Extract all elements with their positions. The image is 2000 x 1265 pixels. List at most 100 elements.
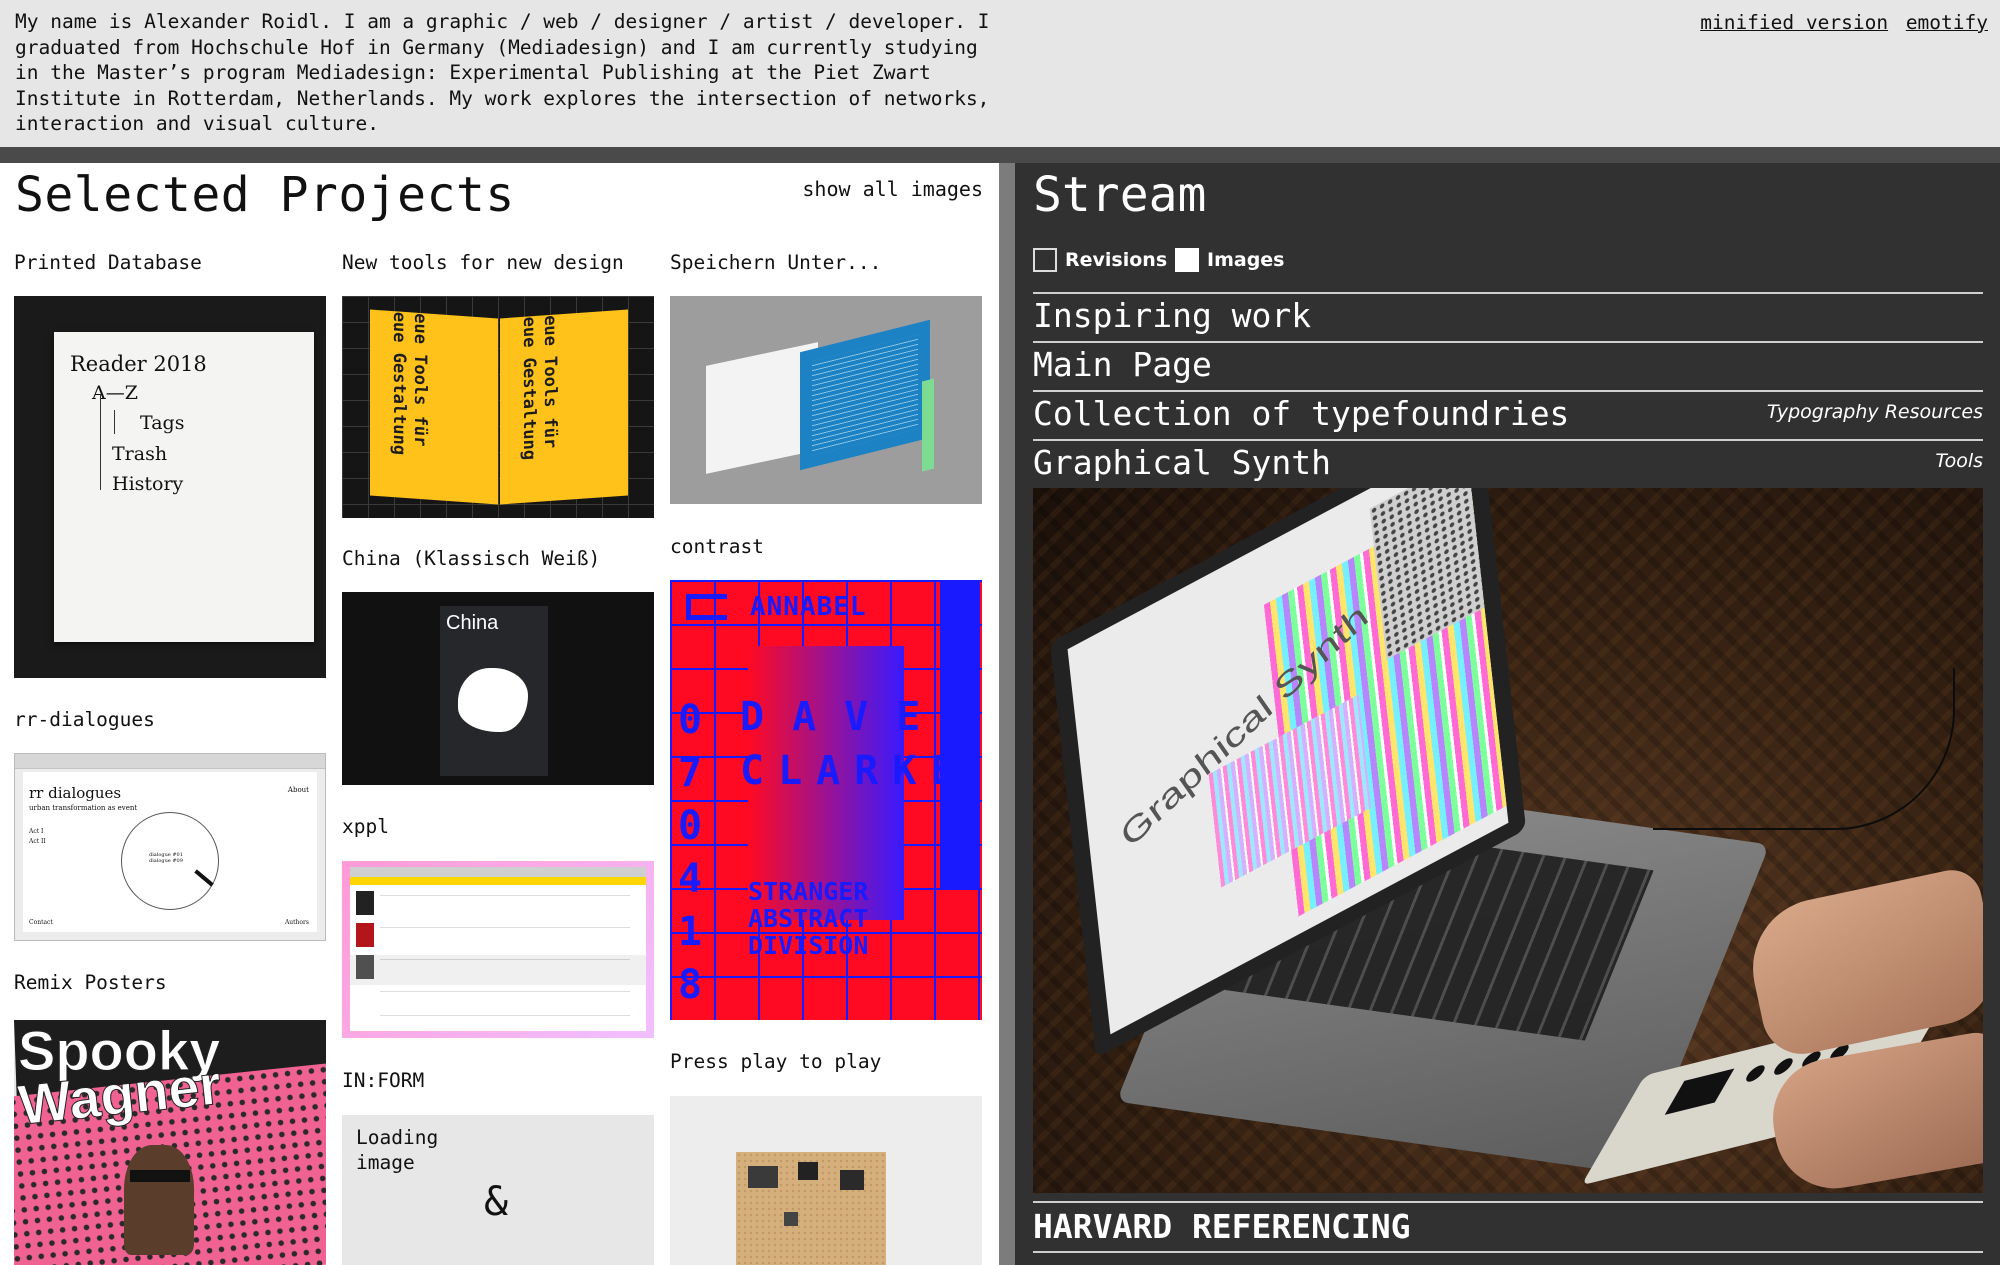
project-title-rr-dialogues[interactable]: rr-dialogues (14, 708, 155, 731)
stream-title: Stream (1033, 167, 1207, 223)
project-title-china[interactable]: China (Klassisch Weiß) (342, 547, 600, 570)
stranger-line-3: DIVISION (748, 931, 869, 960)
china-label: China (446, 612, 499, 634)
digit-2: 0 (678, 803, 703, 849)
xppl-browser-bar (350, 867, 646, 877)
xppl-cover-2 (356, 923, 374, 947)
stream-item-title[interactable]: Main Page (1033, 345, 1212, 384)
graphical-synth-image[interactable]: Graphical Synth (1033, 488, 1983, 1193)
stream-item-harvard[interactable]: HARVARD REFERENCING (1033, 1201, 1983, 1246)
contrast-digits: 0 7 0 4 1 8 (678, 694, 702, 1012)
selected-projects-title: Selected Projects (15, 167, 515, 223)
contrast-stranger: STRANGER ABSTRACT DIVISION (748, 878, 868, 959)
images-checkbox-box[interactable] (1175, 248, 1199, 272)
xppl-row-lines (380, 895, 630, 896)
project-title-speichern[interactable]: Speichern Unter... (670, 251, 881, 274)
harvard-title[interactable]: HARVARD REFERENCING (1033, 1207, 1983, 1246)
contrast-clarke: CLARKE (740, 748, 969, 794)
digit-0: 0 (678, 697, 703, 743)
project-title-remix-posters[interactable]: Remix Posters (14, 971, 167, 994)
emotify-link[interactable]: emotify (1906, 11, 1988, 34)
project-title-contrast[interactable]: contrast (670, 535, 764, 558)
panel-scrollbar[interactable] (999, 163, 1015, 1265)
show-all-images-link[interactable]: show all images (802, 177, 983, 201)
project-title-xppl[interactable]: xppl (342, 815, 389, 838)
rr-contact: Contact (29, 919, 53, 926)
stream-item-typefoundries[interactable]: Collection of typefoundries Typography R… (1033, 390, 1983, 439)
contrast-thumb[interactable]: ANNABEL DAVE CLARKE STRANGER ABSTRACT DI… (670, 580, 982, 1020)
reader-line-trash: Trash (112, 443, 168, 465)
revisions-checkbox[interactable]: Revisions (1033, 248, 1167, 272)
digit-5: 8 (678, 962, 703, 1008)
stranger-line-1: STRANGER (748, 877, 869, 906)
book-right-page (800, 319, 930, 471)
new-tools-thumb[interactable]: Neue Tools für neue Gestaltung Neue Tool… (342, 296, 654, 518)
project-title-printed-database[interactable]: Printed Database (14, 251, 202, 274)
digit-3: 4 (678, 856, 703, 902)
rr-subtitle: urban transformation as event (29, 804, 138, 812)
rr-center-label: dialogue #01 dialogue #09 (149, 852, 183, 864)
stream-item-main-page[interactable]: Main Page (1033, 341, 1983, 390)
selected-projects-panel: Selected Projects show all images Printe… (0, 163, 999, 1265)
yellow-page-right: Neue Tools für neue Gestaltung (500, 309, 628, 505)
rr-act2: Act II (29, 838, 46, 845)
speichern-thumb[interactable] (670, 296, 982, 504)
stream-item-tag[interactable]: Tools (1935, 450, 1983, 472)
device-2 (798, 1162, 818, 1180)
yellow-page-left: Neue Tools für neue Gestaltung (370, 309, 498, 505)
stream-item-graphical-synth[interactable]: Graphical Synth Tools (1033, 439, 1983, 488)
synth-display (1664, 1068, 1735, 1115)
remix-posters-thumb[interactable]: Spooky Wagner (14, 1020, 326, 1265)
stranger-line-2: ABSTRACT (748, 904, 869, 933)
china-card: China (440, 606, 548, 776)
stream-divider (1033, 1251, 1983, 1253)
images-label: Images (1207, 249, 1285, 271)
rr-authors: Authors (284, 919, 309, 926)
rr-dialogues-thumb[interactable]: rr dialogues urban transformation as eve… (14, 753, 326, 941)
wooden-board (736, 1152, 886, 1265)
xppl-highlight-row (350, 955, 646, 985)
book-text-lines (812, 334, 918, 456)
digit-1: 7 (678, 750, 703, 796)
ampersand: & (484, 1179, 509, 1225)
poster-face (124, 1145, 194, 1255)
revisions-checkbox-box[interactable] (1033, 248, 1057, 272)
rr-about: About (287, 786, 309, 794)
xppl-thumb[interactable] (342, 861, 654, 1038)
revisions-label: Revisions (1065, 249, 1168, 271)
reader-tree-line (100, 394, 101, 490)
china-thumb[interactable]: China (342, 592, 654, 785)
device-4 (784, 1212, 798, 1226)
digit-4: 1 (678, 909, 703, 955)
browser-bar (15, 754, 325, 769)
stream-item-title[interactable]: Inspiring work (1033, 296, 1311, 335)
poster-sunglasses (130, 1170, 190, 1182)
stream-item-inspiring-work[interactable]: Inspiring work (1033, 292, 1983, 341)
project-title-new-tools[interactable]: New tools for new design (342, 251, 624, 274)
contrast-annabel: ANNABEL (750, 592, 867, 622)
stream-item-tag[interactable]: Typography Resources (1767, 401, 1983, 423)
stream-panel: Stream Revisions Images Inspiring work M… (1015, 163, 2000, 1265)
inform-thumb[interactable]: Loading image & (342, 1115, 654, 1265)
stream-item-title[interactable]: Graphical Synth (1033, 443, 1331, 482)
device-3 (840, 1170, 864, 1190)
stream-item-title[interactable]: Collection of typefoundries (1033, 394, 1569, 433)
project-title-press-play[interactable]: Press play to play (670, 1050, 881, 1073)
reader-book-cover: Reader 2018 A—Z Tags Trash History (54, 332, 314, 642)
press-play-thumb[interactable] (670, 1096, 982, 1265)
loading-image-text: Loading image (356, 1126, 439, 1174)
intro-text: My name is Alexander Roidl. I am a graph… (15, 10, 990, 135)
project-title-inform[interactable]: IN:FORM (342, 1069, 424, 1092)
china-blob (458, 668, 528, 732)
reader-line-history: History (112, 473, 184, 495)
rr-act1: Act I (29, 828, 44, 835)
printed-database-thumb[interactable]: Reader 2018 A—Z Tags Trash History (14, 296, 326, 678)
header-divider (0, 147, 2000, 163)
device-1 (748, 1166, 778, 1188)
images-checkbox[interactable]: Images (1175, 248, 1284, 272)
reader-tree-line-2 (114, 410, 115, 434)
xppl-cover-1 (356, 891, 374, 915)
book-edge (922, 378, 934, 472)
xppl-yellow-strip (350, 877, 646, 885)
minified-version-link[interactable]: minified version (1700, 11, 1888, 34)
